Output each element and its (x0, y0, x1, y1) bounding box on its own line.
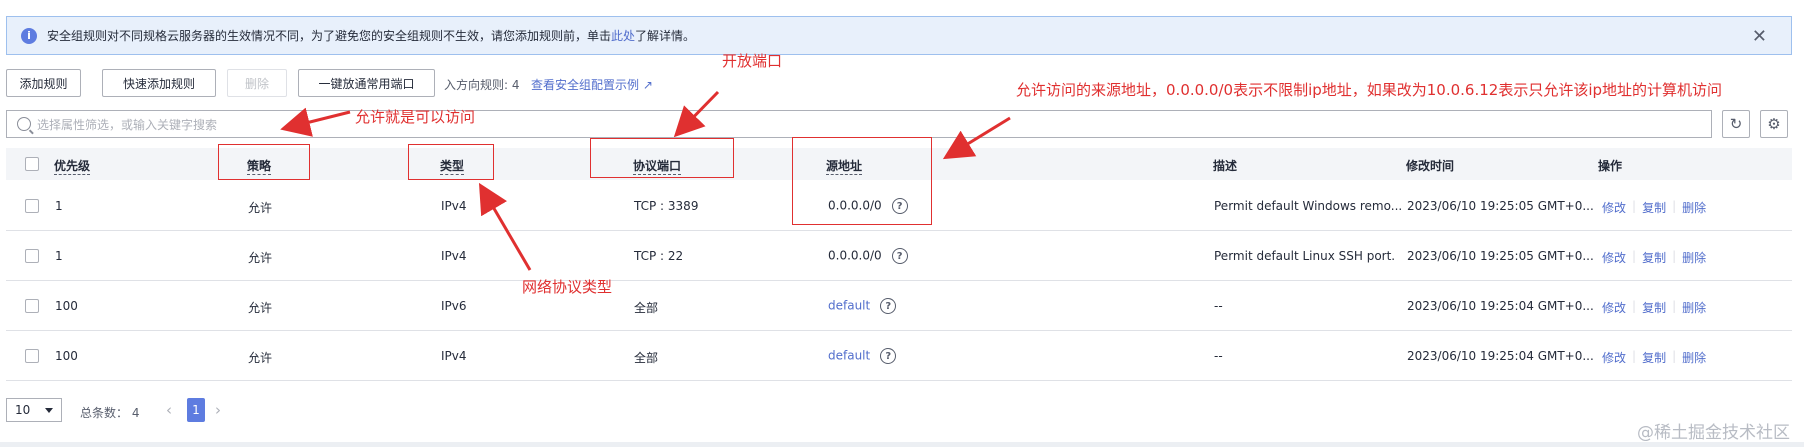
current-page-button[interactable]: 1 (187, 398, 205, 422)
arrow-open-port (673, 90, 720, 138)
watermark: @稀土掘金技术社区 (1637, 423, 1790, 443)
arrow-source (942, 116, 1011, 160)
annotation-arrows (280, 90, 1011, 271)
arrow-protocol-type (478, 182, 532, 271)
page-size-select[interactable]: 10 (6, 398, 62, 422)
next-page-button[interactable]: › (215, 401, 221, 419)
bottom-band (0, 442, 1804, 447)
chevron-down-icon (45, 408, 53, 413)
prev-page-button[interactable]: ‹ (166, 401, 172, 419)
total-count: 总条数： 4 (80, 406, 140, 420)
arrow-allow-access (280, 107, 351, 137)
